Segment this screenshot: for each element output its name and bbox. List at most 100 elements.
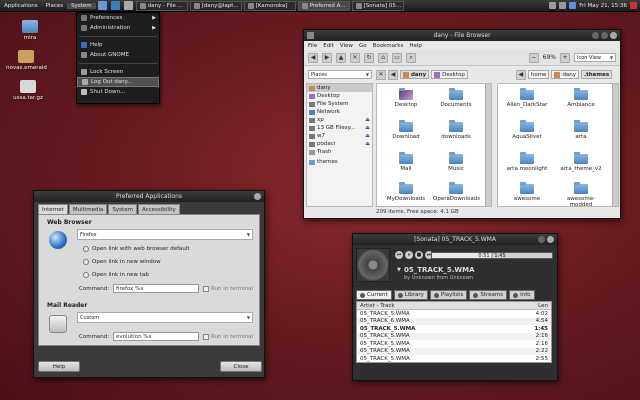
place-desktop[interactable]: Desktop (307, 92, 372, 100)
folder-item[interactable]: arta (558, 120, 604, 140)
menu-item-about-gnome[interactable]: About GNOME (77, 50, 159, 60)
folder-item[interactable]: Documents (433, 88, 479, 108)
menu-go[interactable]: Go (359, 43, 367, 49)
folder-item[interactable]: awesome (504, 182, 550, 202)
radio-button[interactable] (83, 246, 89, 252)
network-icon[interactable] (559, 2, 567, 9)
task-preferred-apps[interactable]: Preferred A... (297, 0, 350, 11)
mail-reader-select[interactable]: Custom ▼ (77, 312, 253, 323)
folder-item[interactable]: OperaDownloads (433, 182, 480, 202)
table-row[interactable]: 05_TRACK_5.WMA 2:55 (357, 355, 551, 363)
menu-bookmarks[interactable]: Bookmarks (373, 43, 404, 49)
bluetooth-icon[interactable] (569, 2, 577, 9)
system-menu[interactable]: System (67, 2, 96, 9)
previous-button[interactable]: ⏮ (395, 251, 403, 259)
mail-terminal-checkbox[interactable]: Run in terminal (203, 334, 253, 340)
window-titlebar[interactable]: Preferred Applications (34, 191, 264, 202)
place-dany[interactable]: dany (307, 84, 372, 92)
stop-button[interactable]: ■ (415, 251, 423, 259)
tab-streams[interactable]: Streams (469, 290, 508, 300)
desktop-icon-mira[interactable]: mira (10, 20, 50, 41)
menu-item-help[interactable]: Help (77, 40, 159, 50)
forward-button[interactable]: ▶ (322, 52, 332, 63)
folder-item[interactable]: Music (433, 152, 479, 172)
table-row[interactable]: 05_TRACK_5.WMA 4:02 (357, 310, 551, 318)
eject-icon[interactable]: ⏏ (365, 117, 370, 123)
place-podaci[interactable]: podaci ⏏ (307, 140, 372, 148)
tab-multimedia[interactable]: Multimedia (68, 204, 108, 214)
eject-icon[interactable]: ⏏ (365, 141, 370, 147)
column-artist-track[interactable]: Artist - Track (360, 303, 395, 309)
menu-item-log-out[interactable]: Log Out dany... (77, 77, 159, 87)
eject-icon[interactable]: ⏏ (365, 125, 370, 131)
places-select[interactable]: Places ▼ (308, 70, 372, 79)
close-button[interactable] (254, 193, 261, 200)
crumb-desktop[interactable]: Desktop (431, 70, 468, 79)
folder-item[interactable]: arta_theme_v2 (558, 152, 604, 172)
minimize-button[interactable] (592, 32, 599, 39)
window-titlebar[interactable]: dany - File Browser (304, 30, 620, 41)
window-menu-icon[interactable] (307, 32, 314, 39)
radio-default[interactable]: Open link with web browser default (83, 246, 190, 252)
home-button[interactable]: ⌂ (378, 52, 388, 63)
tab-accessibility[interactable]: Accessibility (137, 204, 180, 214)
menu-help[interactable]: Help (409, 43, 422, 49)
desktop-icon-novas[interactable]: novas.emerald (6, 50, 47, 71)
radio-button[interactable] (83, 259, 89, 265)
stop-button[interactable]: ✕ (350, 52, 360, 63)
power-icon[interactable] (630, 2, 637, 9)
volume-icon[interactable] (549, 2, 557, 9)
close-button[interactable] (547, 236, 554, 243)
table-row[interactable]: 05_TRACK_5.WMA 2:22 (357, 347, 551, 355)
crumb-dany[interactable]: dany (400, 70, 430, 79)
table-row[interactable]: 05_TRACK_5.WMA 2:16 (357, 332, 551, 340)
close-dialog-button[interactable]: Close (220, 361, 262, 372)
checkbox[interactable] (203, 334, 209, 340)
computer-button[interactable]: ▭ (392, 52, 402, 63)
task-kamoroka[interactable]: [Kamoroka] (243, 0, 296, 11)
desktop-icon-ussa[interactable]: ussa.tar.gz (8, 80, 48, 101)
menu-file[interactable]: File (308, 43, 317, 49)
tab-library[interactable]: Library (393, 290, 428, 300)
menu-item-preferences[interactable]: Preferences ▶ (77, 13, 159, 23)
places-menu[interactable]: Places (42, 3, 68, 9)
up-button[interactable]: ▲ (336, 52, 346, 63)
tab-internet[interactable]: Internet (38, 204, 68, 214)
place-trash[interactable]: Trash (307, 148, 372, 156)
browser-command-field[interactable]: firefox %s (113, 284, 199, 293)
menu-item-administration[interactable]: Administration ▶ (77, 23, 159, 33)
zoom-in-button[interactable]: + (560, 52, 570, 63)
folder-item[interactable]: Alien_DarkStar (504, 88, 550, 108)
folder-item[interactable]: Mail (383, 152, 429, 172)
place-file-system[interactable]: File System (307, 100, 372, 108)
checkbox[interactable] (203, 286, 209, 292)
scrollbar[interactable] (612, 84, 618, 206)
radio-new-window[interactable]: Open link in new window (83, 259, 161, 265)
task-sonata[interactable]: [Sonata] 05... (351, 0, 404, 11)
place-13gb[interactable]: 13 GB Filesy... ⏏ (307, 124, 372, 132)
place-w7[interactable]: w7 ⏏ (307, 132, 372, 140)
folder-item[interactable]: awesome-modded (558, 182, 604, 208)
table-row[interactable]: 05_TRACK_5.WMA 2:16 (357, 340, 551, 348)
zoom-out-button[interactable]: − (528, 52, 539, 63)
web-browser-select[interactable]: Firefox ▼ (77, 229, 253, 240)
crumb-home[interactable]: home (527, 70, 550, 79)
folder-item[interactable]: AquaSilver (504, 120, 550, 140)
close-button[interactable] (610, 32, 617, 39)
tab-current[interactable]: Current (356, 290, 392, 300)
table-row[interactable]: 05_TRACK_6.WMA 4:54 (357, 317, 551, 325)
task-file-browser[interactable]: dany - File ... (135, 0, 188, 11)
place-network[interactable]: Network (307, 108, 372, 116)
browser-terminal-checkbox[interactable]: Run in terminal (203, 286, 253, 292)
expander-icon[interactable]: ▼ (397, 267, 401, 273)
task-terminal[interactable]: [dany@lapt... (189, 0, 242, 11)
mail-command-field[interactable]: evolution %s (113, 332, 199, 341)
help-button[interactable]: Help (38, 361, 80, 372)
tab-playlists[interactable]: Playlists (429, 290, 468, 300)
maximize-button[interactable] (601, 32, 608, 39)
launcher-icon[interactable] (97, 1, 107, 10)
terminal-launcher-icon[interactable] (123, 1, 133, 10)
reload-button[interactable]: ↻ (364, 52, 374, 63)
folder-item[interactable]: arta moonlight (504, 152, 550, 172)
album-cover[interactable] (356, 248, 390, 282)
